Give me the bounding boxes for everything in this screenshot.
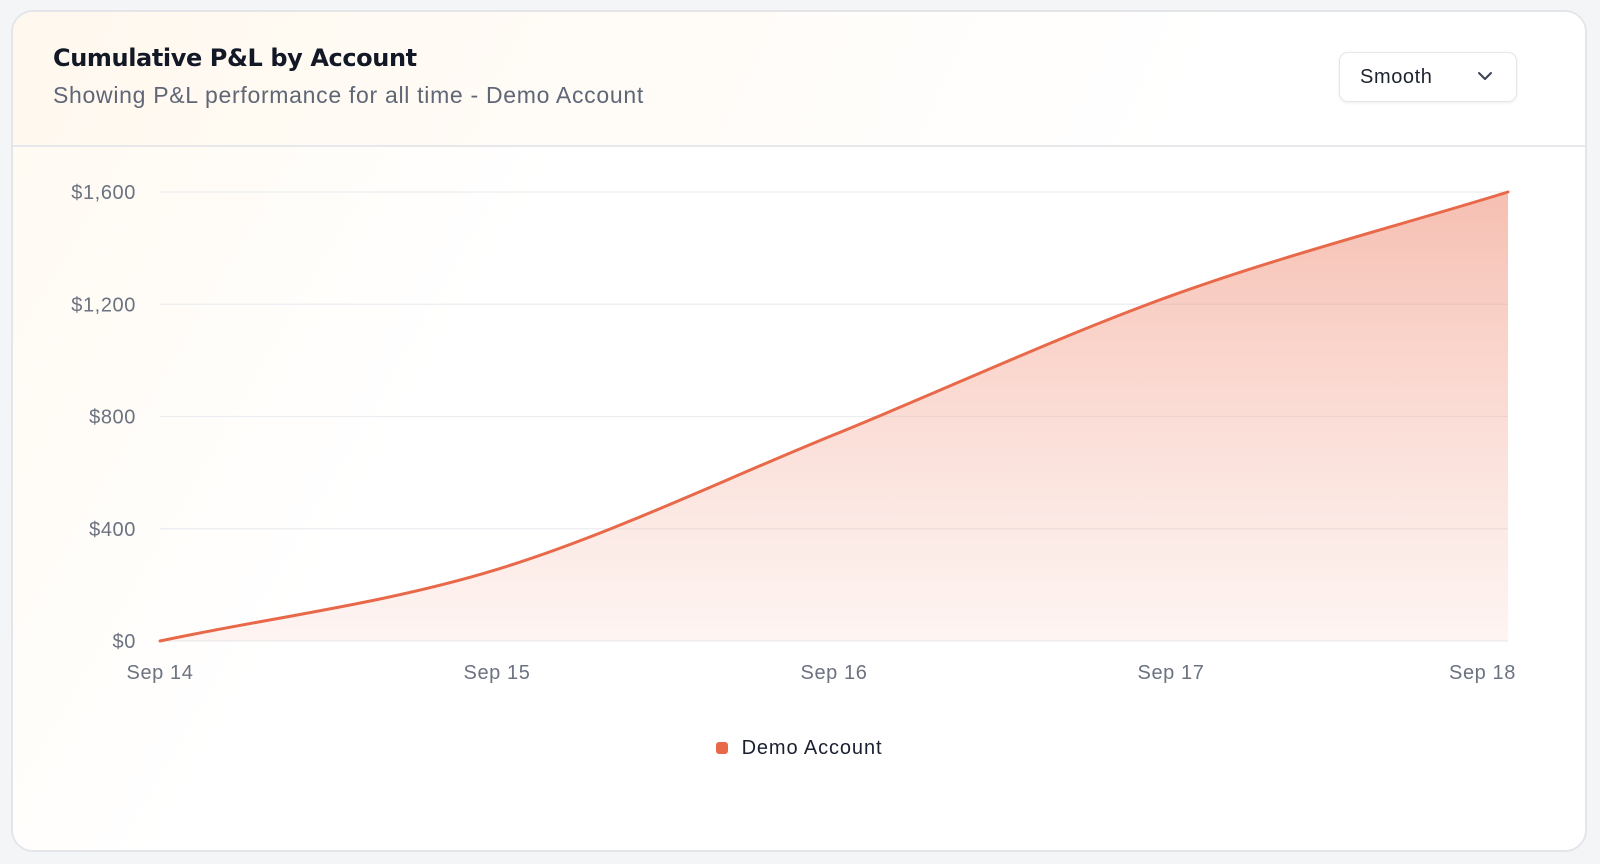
x-tick-label: Sep 18 [1449,662,1516,684]
data-point[interactable] [491,563,503,575]
legend-swatch [715,742,728,754]
data-point[interactable] [828,429,840,441]
card-header: Cumulative P&L by Account Showing P&L pe… [13,12,1585,147]
chevron-down-icon [1478,72,1492,80]
y-tick-label: $0 [113,631,136,653]
legend-label: Demo Account [741,737,883,759]
y-tick-label: $400 [89,519,136,541]
chart-title: Cumulative P&L by Account [53,44,417,72]
x-tick-label: Sep 14 [127,662,194,684]
chart-subtitle: Showing P&L performance for all time - D… [53,82,644,108]
pnl-area-chart: $0 $400 $800 $1,200 $1,600 Sep 14 Sep 15 Sep 1… [71,182,1516,684]
pnl-chart-card: Cumulative P&L by Account Showing P&L pe… [11,10,1587,852]
x-tick-label: Sep 17 [1138,662,1205,684]
data-point[interactable] [154,635,166,647]
y-tick-label: $1,200 [71,294,136,316]
legend-item[interactable]: Demo Account [715,737,883,760]
x-tick-label: Sep 16 [801,662,868,684]
chart-legend: Demo Account [13,737,1585,760]
x-tick-label: Sep 15 [464,662,531,684]
data-point[interactable] [1165,290,1177,302]
y-tick-label: $1,600 [71,182,136,204]
curve-type-select[interactable]: Smooth [1339,52,1517,102]
data-point[interactable] [1502,186,1514,198]
chart-area: $0 $400 $800 $1,200 $1,600 Sep 14 Sep 15 Sep 1… [13,147,1585,850]
y-tick-label: $800 [89,407,136,429]
curve-type-value: Smooth [1360,66,1433,88]
